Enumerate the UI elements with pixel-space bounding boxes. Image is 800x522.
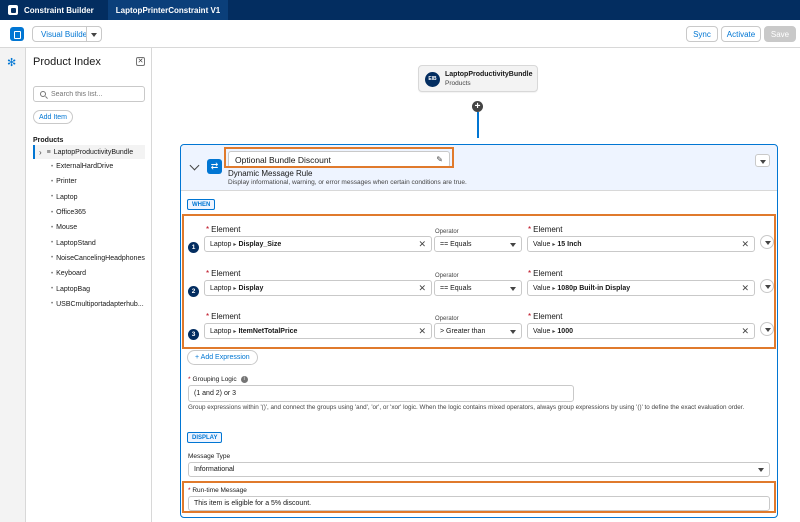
chevron-right-icon[interactable]: ›: [39, 148, 42, 157]
element-label: * Element: [528, 312, 563, 321]
rule-card: ⇄ Optional Bundle Discount ✎ Dynamic Mes…: [180, 144, 778, 518]
tree-root-icon: ≡: [46, 148, 51, 156]
grouping-logic-input[interactable]: (1 and 2) or 3: [188, 385, 574, 402]
element-label: * Element: [206, 269, 241, 278]
clear-icon[interactable]: ✕: [741, 239, 749, 250]
left-rail: ✻: [0, 48, 26, 522]
chevron-down-icon[interactable]: [189, 160, 200, 171]
search-input[interactable]: [51, 90, 141, 98]
clear-icon[interactable]: ✕: [418, 239, 426, 250]
tab-constraint[interactable]: LaptopPrinterConstraint V1: [107, 0, 229, 20]
tree-root-label: LaptopProductivityBundle: [53, 148, 134, 156]
element-label: * Element: [528, 269, 563, 278]
list-item[interactable]: Printer: [33, 174, 145, 189]
pencil-icon[interactable]: ✎: [436, 155, 443, 164]
app-icon: [8, 5, 18, 15]
toolbar: Visual Builder Sync Activate Save: [0, 20, 800, 48]
expression-row: 1 * Element Laptop ▸ Display_Size ✕ Operato…: [186, 222, 776, 262]
product-index-panel: Product Index ✕ Add Item Products › ≡ La…: [26, 48, 152, 522]
chevron-down-icon: [510, 330, 516, 334]
operator-select[interactable]: > Greater than: [434, 323, 522, 339]
runtime-message-input[interactable]: This item is eligible for a 5% discount.: [188, 496, 770, 511]
bundle-name: LaptopProductivityBundle: [445, 71, 533, 78]
activate-button[interactable]: Activate: [721, 26, 761, 42]
info-icon[interactable]: i: [240, 376, 248, 383]
rule-type-icon: ⇄: [207, 159, 222, 174]
value-field[interactable]: Value ▸ 15 Inch ✕: [527, 236, 755, 252]
clear-icon[interactable]: ✕: [741, 326, 749, 337]
element-label: * Element: [206, 225, 241, 234]
list-item[interactable]: USBCmultiportadapterhub...: [33, 297, 145, 312]
row-menu-button[interactable]: [760, 322, 774, 336]
app-header: Constraint Builder LaptopPrinterConstrai…: [0, 0, 800, 20]
grouping-help-text: Group expressions within '()', and conne…: [188, 404, 745, 411]
expression-number: 1: [188, 242, 199, 253]
list-item[interactable]: LaptopBag: [33, 281, 145, 296]
message-type-label: Message Type: [188, 453, 231, 460]
expression-number: 2: [188, 286, 199, 297]
operator-label: Operator: [435, 273, 459, 279]
operator-select[interactable]: == Equals: [434, 280, 522, 296]
when-badge: WHEN: [187, 199, 216, 210]
add-item-button[interactable]: Add Item: [33, 110, 74, 124]
bundle-icon: EIB: [425, 72, 440, 87]
add-expression-button[interactable]: + Add Expression: [187, 350, 258, 365]
rule-name-field[interactable]: Optional Bundle Discount ✎: [228, 151, 450, 168]
operator-label: Operator: [435, 229, 459, 235]
list-item[interactable]: LaptopStand: [33, 235, 145, 250]
close-icon[interactable]: ✕: [136, 57, 145, 66]
list-item[interactable]: ExternalHardDrive: [33, 159, 145, 174]
panel-title: Product Index: [33, 56, 101, 68]
product-tree: › ≡ LaptopProductivityBundle ExternalHar…: [33, 145, 145, 312]
rule-header: ⇄ Optional Bundle Discount ✎ Dynamic Mes…: [181, 145, 777, 191]
list-item[interactable]: Laptop: [33, 190, 145, 205]
expression-row: 3 * Element Laptop ▸ ItemNetTotalPrice ✕ Op…: [186, 309, 776, 349]
chevron-down-icon: [758, 468, 764, 472]
value-field[interactable]: Value ▸ 1000 ✕: [527, 323, 755, 339]
list-item[interactable]: Mouse: [33, 220, 145, 235]
rule-type: Dynamic Message Rule: [228, 169, 313, 178]
add-node-icon[interactable]: +: [472, 101, 483, 112]
rule-description: Display informational, warning, or error…: [228, 179, 467, 186]
operator-select[interactable]: == Equals: [434, 236, 522, 252]
clear-icon[interactable]: ✕: [418, 326, 426, 337]
left-element-field[interactable]: Laptop ▸ Display ✕: [204, 280, 432, 296]
clear-icon[interactable]: ✕: [418, 283, 426, 294]
list-item[interactable]: Keyboard: [33, 266, 145, 281]
search-icon: [40, 91, 46, 97]
save-button[interactable]: Save: [764, 26, 796, 42]
card-menu-button[interactable]: [755, 154, 770, 167]
expression-number: 3: [188, 329, 199, 340]
row-menu-button[interactable]: [760, 235, 774, 249]
message-type-select[interactable]: Informational: [188, 462, 770, 477]
display-badge: DISPLAY: [187, 432, 223, 443]
view-dropdown-button[interactable]: [86, 26, 102, 42]
sync-button[interactable]: Sync: [686, 26, 718, 42]
bundle-subtitle: Products: [445, 80, 471, 87]
bundle-node[interactable]: EIB LaptopProductivityBundle Products: [418, 65, 538, 92]
chevron-down-icon: [510, 243, 516, 247]
operator-label: Operator: [435, 316, 459, 322]
gear-icon[interactable]: ✻: [7, 56, 16, 69]
list-item[interactable]: NoiseCancelingHeadphones: [33, 251, 145, 266]
element-label: * Element: [206, 312, 241, 321]
left-element-field[interactable]: Laptop ▸ ItemNetTotalPrice ✕: [204, 323, 432, 339]
panel-toggle-icon[interactable]: [10, 27, 24, 41]
grouping-logic-label: * Grouping Logic i: [188, 376, 248, 383]
rule-name-text: Optional Bundle Discount: [235, 154, 331, 165]
runtime-message-label: * Run-time Message: [188, 487, 247, 494]
expression-row: 2 * Element Laptop ▸ Display ✕ Operator == …: [186, 266, 776, 306]
connector-line: [477, 112, 479, 138]
tree-root-item[interactable]: › ≡ LaptopProductivityBundle: [33, 145, 145, 159]
left-element-field[interactable]: Laptop ▸ Display_Size ✕: [204, 236, 432, 252]
value-field[interactable]: Value ▸ 1080p Built-in Display ✕: [527, 280, 755, 296]
element-label: * Element: [528, 225, 563, 234]
chevron-down-icon: [510, 287, 516, 291]
products-heading: Products: [33, 137, 64, 144]
row-menu-button[interactable]: [760, 279, 774, 293]
list-item[interactable]: Office365: [33, 205, 145, 220]
clear-icon[interactable]: ✕: [741, 283, 749, 294]
search-box: [33, 86, 145, 102]
app-name: Constraint Builder: [24, 5, 94, 15]
